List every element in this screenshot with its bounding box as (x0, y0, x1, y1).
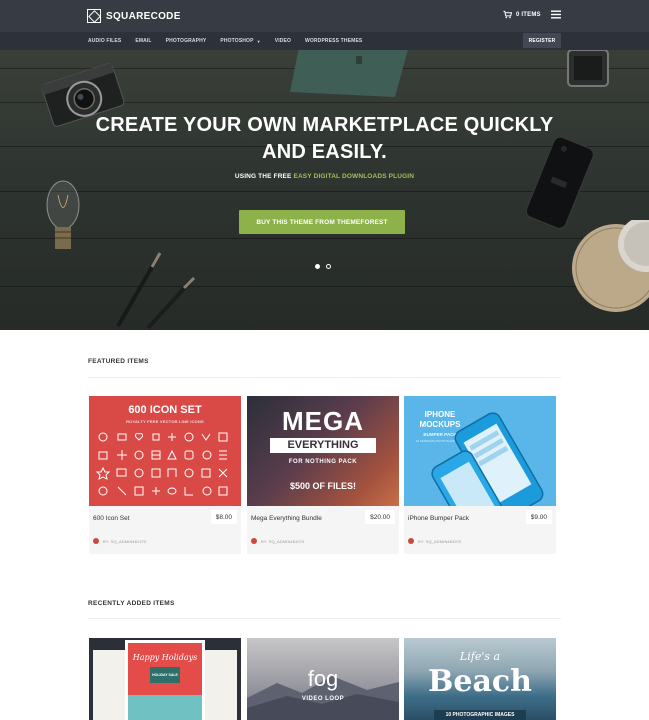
brushes-image (116, 252, 196, 330)
recent-divider (88, 618, 561, 619)
hero-headline-line-1: CREATE YOUR OWN MARKETPLACE QUICKLY (95, 114, 554, 136)
slider-dot-1[interactable] (315, 264, 320, 269)
product-title[interactable]: 600 Icon Set (93, 515, 130, 522)
cart-link[interactable]: 0 ITEMS (503, 10, 541, 19)
light-bulb-image (46, 180, 80, 249)
product-card-mega-everything-bundle[interactable]: MEGA EVERYTHING FOR NOTHING PACK $500 OF… (247, 396, 399, 554)
author-name: BY: SQ_ADMIN481970 (261, 538, 305, 544)
featured-section-title: FEATURED ITEMS (88, 358, 149, 365)
thumbnail-line-4: $500 OF FILES! (289, 481, 357, 491)
logo-mark-icon (87, 9, 101, 23)
cart-count-label: 0 ITEMS (516, 11, 541, 18)
author-avatar (251, 538, 257, 544)
product-thumbnail[interactable]: IPHONE MOCKUPS BUMPER PACK 10 SEPARATE P… (404, 396, 556, 506)
product-title[interactable]: Mega Everything Bundle (251, 515, 322, 522)
product-title[interactable]: iPhone Bumper Pack (408, 515, 469, 522)
fog-title: fog (307, 666, 339, 691)
nav-item-video[interactable]: VIDEO (275, 38, 291, 44)
hero-headline: CREATE YOUR OWN MARKETPLACE QUICKLY AND … (0, 112, 649, 166)
nav-item-email[interactable]: EMAIL (135, 38, 151, 44)
product-thumbnail[interactable]: 600 ICON SET ROYALTY FREE VECTOR LINE IC… (89, 396, 241, 506)
nav-item-wordpress-themes[interactable]: WORDPRESS THEMES (305, 38, 362, 44)
nav-item-photoshop[interactable]: PHOTOSHOP ▼ (220, 38, 260, 44)
nav-item-photoshop-label: PHOTOSHOP (220, 38, 254, 44)
product-author[interactable]: BY: SQ_ADMIN481970 (251, 538, 304, 544)
logo-text: SQUARECODE (106, 10, 181, 22)
site-logo[interactable]: SQUARECODE (87, 8, 181, 24)
hero-subtitle-prefix: USING THE FREE (234, 173, 294, 180)
edd-plugin-link[interactable]: EASY DIGITAL DOWNLOADS PLUGIN (293, 173, 414, 180)
cart-icon (503, 10, 512, 19)
thumbnail-subhead: ROYALTY FREE VECTOR LINE ICONS (126, 419, 204, 424)
thumbnail-line-2: EVERYTHING (270, 438, 376, 453)
hero-subtitle: USING THE FREE EASY DIGITAL DOWNLOADS PL… (0, 173, 649, 180)
beach-line-2: Beach (428, 664, 532, 699)
featured-divider (88, 377, 561, 378)
register-button[interactable]: REGISTER (523, 33, 561, 48)
iphone-mockup-image (431, 412, 544, 506)
author-name: BY: SQ_ADMIN481970 (418, 538, 462, 544)
fog-subtitle: VIDEO LOOP (301, 696, 345, 702)
nav-item-photography[interactable]: PHOTOGRAPHY (166, 38, 207, 44)
coaster-image (572, 220, 649, 312)
flyer-footer (128, 695, 202, 720)
hamburger-menu-icon[interactable] (551, 10, 561, 19)
flyer-headline: Happy Holidays (132, 653, 198, 662)
product-author[interactable]: BY: SQ_ADMIN481970 (93, 538, 146, 544)
product-price: $8.00 (210, 510, 237, 524)
product-card-600-icon-set[interactable]: 600 ICON SET ROYALTY FREE VECTOR LINE IC… (89, 396, 241, 554)
product-price: $20.00 (365, 510, 395, 524)
recent-item-beach[interactable]: Life's a Beach 10 PHOTOGRAPHIC IMAGES (404, 638, 556, 720)
author-avatar (408, 538, 414, 544)
product-price: $9.00 (525, 510, 552, 524)
thumbnail-line-3: FOR NOTHING PACK (288, 459, 358, 465)
product-thumbnail[interactable]: MEGA EVERYTHING FOR NOTHING PACK $500 OF… (247, 396, 399, 506)
beach-line-3: 10 PHOTOGRAPHIC IMAGES (434, 710, 526, 720)
recent-section-title: RECENTLY ADDED ITEMS (88, 600, 175, 607)
nav-item-audio-files[interactable]: AUDIO FILES (88, 38, 121, 44)
product-card-iphone-bumper-pack[interactable]: IPHONE MOCKUPS BUMPER PACK 10 SEPARATE P… (404, 396, 556, 554)
slider-dot-2[interactable] (326, 264, 331, 269)
thumbnail-headline: 600 ICON SET (128, 404, 202, 416)
top-bar: SQUARECODE 0 ITEMS (0, 0, 649, 32)
recent-item-fog-video[interactable]: fog VIDEO LOOP (247, 638, 399, 720)
icon-grid-image (95, 432, 228, 496)
flyer-left-image (93, 650, 127, 720)
slider-pagination (315, 264, 331, 269)
hero-slider: CREATE YOUR OWN MARKETPLACE QUICKLY AND … (0, 50, 649, 330)
watch-image (567, 50, 609, 87)
hero-headline-line-2: AND EASILY. (262, 141, 387, 163)
author-name: BY: SQ_ADMIN481970 (103, 538, 147, 544)
buy-theme-button[interactable]: BUY THIS THEME FROM THEMEFOREST (239, 210, 405, 234)
notebook-image (290, 50, 408, 97)
beach-line-1: Life's a (459, 650, 501, 663)
product-author[interactable]: BY: SQ_ADMIN481970 (408, 538, 461, 544)
flyer-sale-badge: HOLIDAY SALE (150, 667, 180, 683)
flyer-right-image (203, 650, 237, 720)
flyer-center-image: Happy Holidays HOLIDAY SALE (125, 640, 205, 720)
author-avatar (93, 538, 99, 544)
chevron-down-icon: ▼ (256, 38, 261, 44)
recent-item-holiday[interactable]: Happy Holidays HOLIDAY SALE (89, 638, 241, 720)
thumbnail-line-1: MEGA (282, 406, 364, 436)
